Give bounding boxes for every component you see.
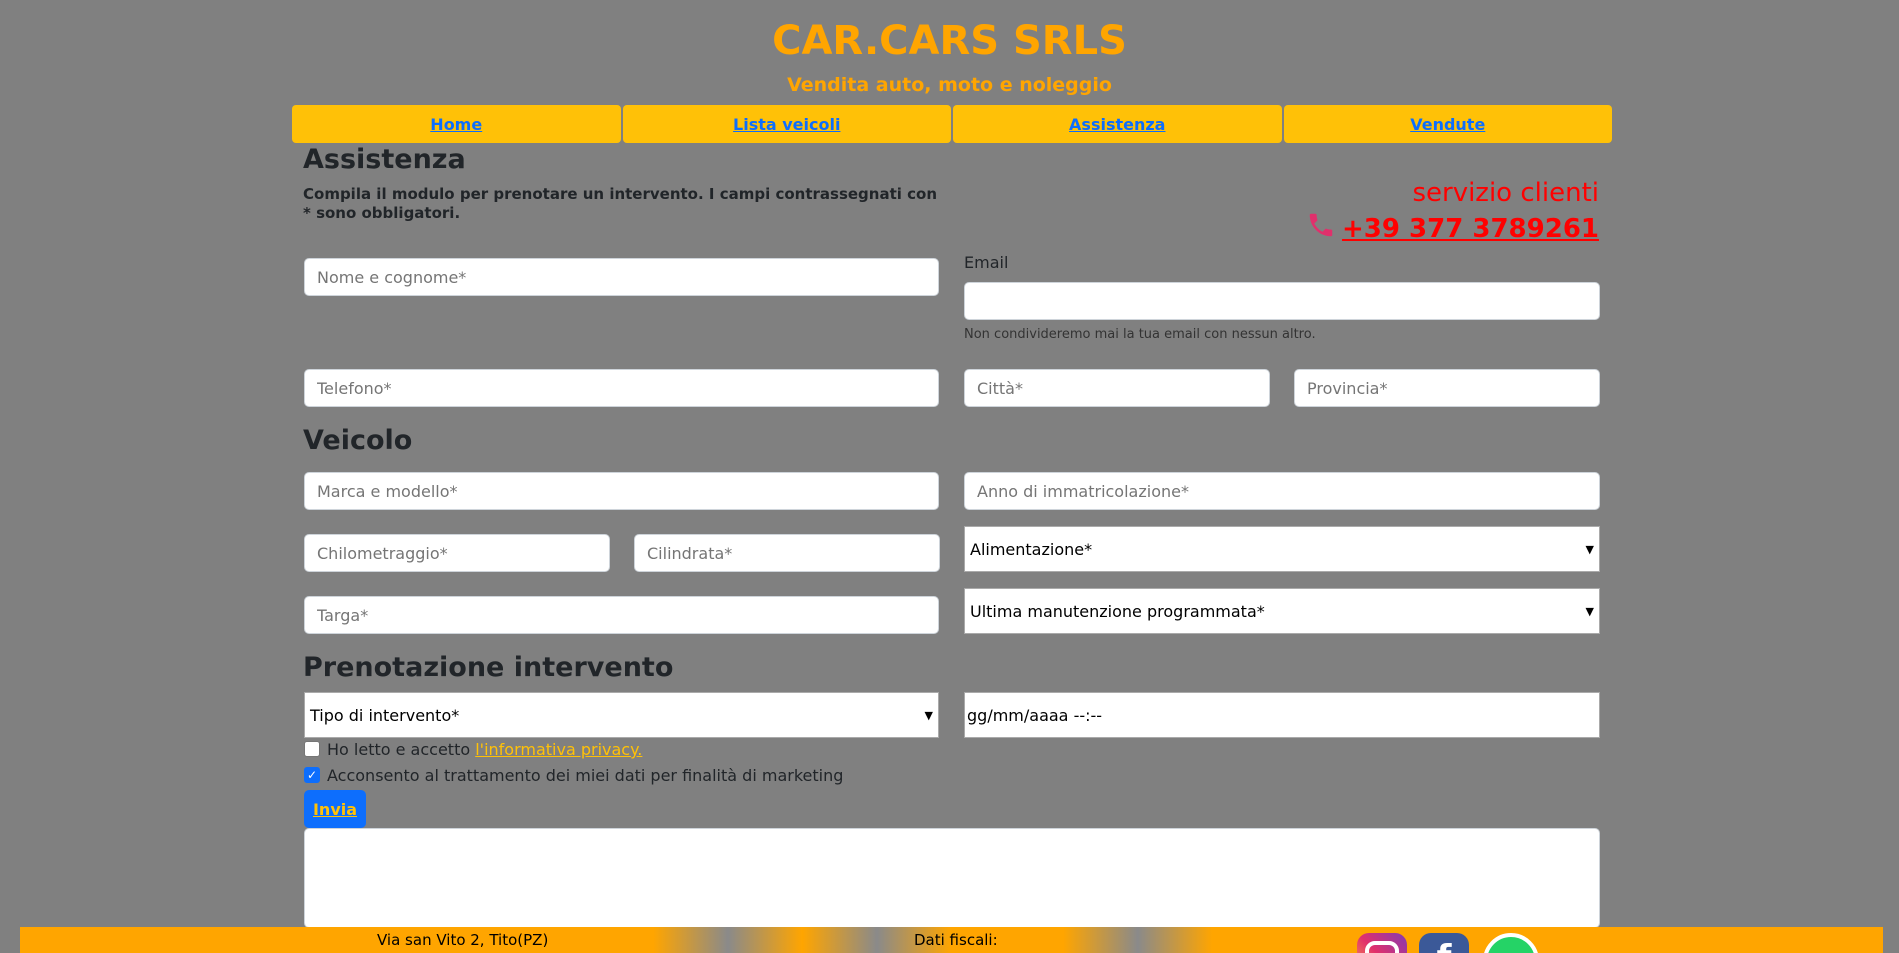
intervention-type-value: Tipo di intervento* [310, 705, 460, 725]
phone-icon [1306, 210, 1336, 247]
footer: Via san Vito 2, Tito(PZ) Dati fiscali: f [20, 927, 1883, 953]
datetime-input[interactable]: gg/mm/aaaa --:-- [964, 692, 1600, 738]
province-input[interactable] [1294, 369, 1600, 407]
dropdown-arrow-icon: ▼ [1585, 542, 1594, 556]
nav-assistance[interactable]: Assistenza [953, 105, 1282, 143]
privacy-checkbox[interactable] [304, 741, 320, 757]
phone-input[interactable] [304, 369, 939, 407]
datetime-value: gg/mm/aaaa --:-- [967, 705, 1103, 725]
nav-home[interactable]: Home [292, 105, 621, 143]
fuel-select-value: Alimentazione* [970, 539, 1093, 559]
page-intro: Compila il modulo per prenotare un inter… [303, 185, 937, 222]
maintenance-select[interactable]: Ultima manutenzione programmata* ▼ [964, 588, 1600, 634]
fuel-select[interactable]: Alimentazione* ▼ [964, 526, 1600, 572]
page-title: Assistenza [303, 144, 466, 175]
booking-section-title: Prenotazione intervento [303, 652, 674, 683]
marketing-label: Acconsento al trattamento dei miei dati … [327, 766, 844, 785]
email-help-text: Non condivideremo mai la tua email con n… [964, 327, 1316, 342]
brand-title: CAR.CARS SRLS [772, 18, 1127, 64]
privacy-policy-link[interactable]: l'informativa privacy. [475, 740, 642, 759]
facebook-icon[interactable]: f [1419, 933, 1469, 953]
footer-address: Via san Vito 2, Tito(PZ) [377, 931, 549, 949]
plate-input[interactable] [304, 596, 939, 634]
name-input[interactable] [304, 258, 939, 296]
marketing-checkbox[interactable]: ✓ [304, 767, 320, 783]
privacy-text: Ho letto e accetto [327, 740, 471, 759]
customer-service-phone-link[interactable]: +39 377 3789261 [1306, 210, 1599, 247]
nav-sold[interactable]: Vendute [1283, 105, 1612, 143]
whatsapp-icon[interactable] [1483, 933, 1539, 953]
mileage-input[interactable] [304, 534, 610, 572]
main-nav: Home Lista veicoli Assistenza Vendute [292, 105, 1612, 143]
nav-vehicle-list[interactable]: Lista veicoli [622, 105, 951, 143]
instagram-icon[interactable] [1357, 933, 1407, 953]
email-input[interactable] [964, 282, 1600, 320]
privacy-label: Ho letto e accetto l'informativa privacy… [327, 740, 642, 759]
checkmark-icon: ✓ [306, 768, 318, 782]
message-textarea[interactable] [304, 828, 1600, 928]
footer-tax-label: Dati fiscali: [914, 931, 998, 949]
dropdown-arrow-icon: ▼ [924, 708, 933, 722]
intervention-type-select[interactable]: Tipo di intervento* ▼ [304, 692, 939, 738]
city-input[interactable] [964, 369, 1270, 407]
brand-subtitle: Vendita auto, moto e noleggio [787, 74, 1112, 96]
submit-button[interactable]: Invia [304, 790, 366, 828]
registration-year-input[interactable] [964, 472, 1600, 510]
maintenance-select-value: Ultima manutenzione programmata* [970, 601, 1265, 621]
make-model-input[interactable] [304, 472, 939, 510]
dropdown-arrow-icon: ▼ [1585, 604, 1594, 618]
email-label: Email [964, 253, 1009, 272]
customer-service-phone: +39 377 3789261 [1342, 213, 1599, 244]
displacement-input[interactable] [634, 534, 940, 572]
customer-service-label: servizio clienti [1412, 178, 1599, 208]
vehicle-section-title: Veicolo [303, 425, 413, 456]
